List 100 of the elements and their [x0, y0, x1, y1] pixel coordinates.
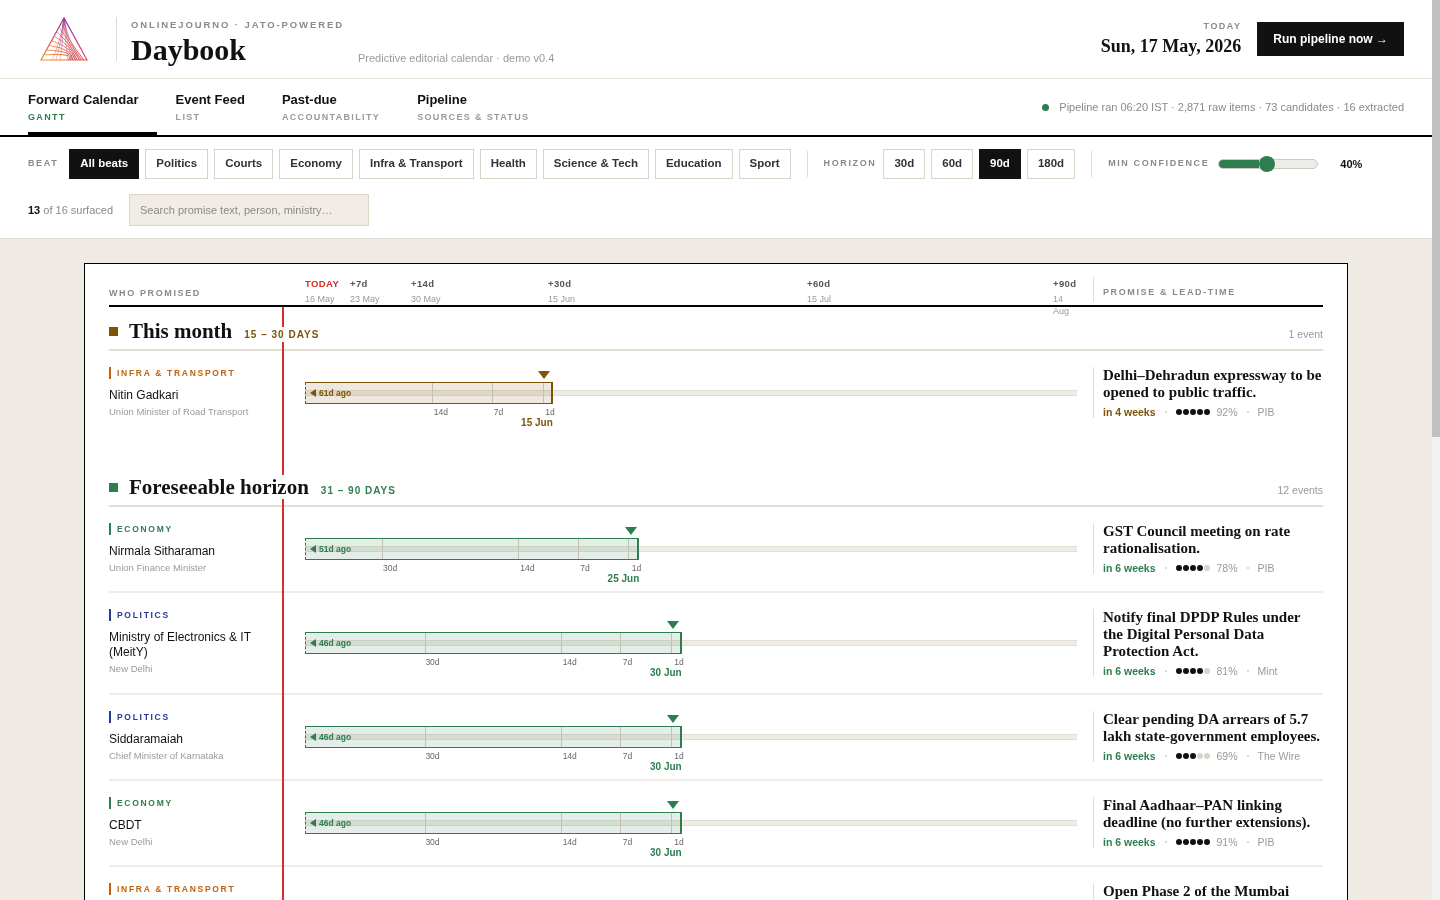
deadline-label: 15 Jun [521, 417, 553, 428]
filter-label: BEAT [28, 157, 59, 171]
triangle-left-icon [310, 639, 316, 647]
tick-label: 7d [622, 657, 633, 667]
beat-tag: POLITICS [109, 609, 170, 621]
axis-label: +60d [807, 278, 832, 290]
search-field[interactable]: Search promise text, person, ministry… [129, 194, 370, 226]
tick-label: 7d [580, 563, 590, 573]
triangle-down-icon [624, 527, 637, 535]
today-date: Sun, 17 May, 2026 [1100, 35, 1242, 57]
tick-label: 1d [674, 837, 684, 847]
pipeline-status-text: Pipeline ran 06:20 IST · 2,871 raw items · 73 candidates · 16 extracted [1059, 99, 1404, 115]
axis-date: 15 Jun [548, 293, 576, 305]
deadline-label: 25 Jun [607, 573, 640, 584]
run-pipeline-button[interactable]: Run pipeline now → [1257, 22, 1404, 56]
beat-tag: ECONOMY [109, 797, 173, 809]
axis-label: +7d [350, 278, 369, 290]
beat-filter-button[interactable]: Health [479, 149, 537, 179]
tick-label: 14d [433, 407, 448, 417]
promise-title: Notify final DPDP Rules under the Digital Personal Data Protection Act. [1103, 609, 1302, 660]
tick-label: 1d [545, 407, 555, 417]
person-name: Nirmala Sitharaman [109, 544, 216, 559]
tick-label: 30d [425, 657, 440, 667]
promise-title: Final Aadhaar–PAN linking deadline (no further extensions). [1103, 797, 1312, 831]
beat-filter-button[interactable]: Infra & Transport [359, 149, 474, 179]
beat-filter-button[interactable]: Science & Tech [542, 149, 649, 179]
due-label: in 6 weeks [1103, 665, 1156, 677]
triangle-down-icon [667, 801, 680, 809]
confidence-value: 91% [1216, 836, 1238, 848]
scrollbar-thumb[interactable] [1432, 0, 1440, 437]
promise-title: GST Council meeting on rate rationalisation. [1103, 523, 1292, 557]
source-label: PIB [1257, 836, 1275, 848]
person-name: CBDT [109, 818, 142, 833]
tick-label: 30d [425, 837, 440, 847]
person-name: Ministry of Electronics & IT (MeitY) [109, 630, 252, 660]
axis-label: +90d [1053, 278, 1077, 290]
section-count: 12 events [1277, 483, 1323, 498]
tick-label: 1d [674, 657, 684, 667]
triangle-down-icon [538, 371, 551, 379]
due-label: in 6 weeks [1103, 750, 1156, 762]
tick-label: 7d [622, 837, 633, 847]
slider-thumb[interactable] [1258, 156, 1275, 172]
beat-filter-button[interactable]: Education [654, 149, 733, 179]
confidence-reading: 40% [1340, 156, 1363, 172]
axis-date: 23 May [350, 293, 380, 305]
tick-label: 7d [493, 407, 504, 417]
horizon-button[interactable]: 180d [1026, 149, 1076, 179]
horizon-button[interactable]: 30d [883, 149, 926, 179]
beat-filter-button[interactable]: Politics [145, 149, 209, 179]
person-name: Nitin Gadkari [109, 388, 179, 403]
since-label: 46d ago [319, 732, 352, 742]
horizon-button[interactable]: 60d [931, 149, 974, 179]
beat-filter-button[interactable]: Economy [279, 149, 353, 179]
axis-date: 15 Jul [807, 293, 832, 305]
brand-kicker: ONLINEJOURNO · JATO-POWERED [131, 18, 344, 31]
surfaced-count: 13 of 16 surfaced [28, 202, 114, 218]
promise-title: Open Phase 2 of the Mumbai [1103, 883, 1291, 900]
tick-label: 1d [674, 751, 684, 761]
triangle-left-icon [310, 545, 316, 553]
confidence-slider[interactable] [1218, 159, 1319, 169]
due-label: in 4 weeks [1103, 406, 1156, 418]
axis-date: 16 May [305, 293, 336, 305]
person-role: Chief Minister of Karnataka [109, 750, 224, 762]
tick-label: 30d [382, 563, 398, 573]
since-label: 46d ago [319, 818, 352, 828]
axis-date: 14 Aug [1053, 293, 1070, 317]
since-label: 51d ago [319, 544, 352, 554]
due-label: in 6 weeks [1103, 562, 1156, 574]
filter-label: MIN CONFIDENCE [1108, 157, 1210, 171]
beat-filter-button[interactable]: All beats [69, 149, 140, 179]
column-heading: WHO PROMISED [109, 288, 201, 298]
source-label: Mint [1257, 665, 1278, 677]
beat-filter-button[interactable]: Courts [214, 149, 274, 179]
beat-tag: POLITICS [109, 711, 170, 723]
tick-label: 14d [520, 563, 535, 573]
tick-label: 14d [562, 837, 577, 847]
tick-label: 14d [562, 657, 577, 667]
beat-tag: INFRA & TRANSPORT [109, 883, 236, 895]
triangle-left-icon [310, 389, 316, 397]
person-name: Siddaramaiah [109, 732, 184, 747]
column-heading: PROMISE & LEAD-TIME [1103, 287, 1236, 297]
nav-tab[interactable]: Pipeline SOURCES & STATUS [417, 79, 548, 135]
filter-label: HORIZON [823, 157, 877, 171]
source-label: PIB [1257, 406, 1275, 418]
person-role: Union Minister of Road Transport [109, 406, 249, 418]
section-title: Foreseeable horizon [129, 475, 311, 499]
confidence-value: 78% [1216, 562, 1238, 574]
beat-tag: ECONOMY [109, 523, 173, 535]
tick-label: 30d [425, 751, 440, 761]
app-title: Daybook [131, 33, 247, 66]
nav-tab[interactable]: Past-due ACCOUNTABILITY [281, 79, 399, 135]
confidence-value: 81% [1216, 665, 1238, 677]
beat-filter-button[interactable]: Sport [738, 149, 791, 179]
deadline-label: 30 Jun [650, 667, 682, 678]
horizon-button[interactable]: 90d [979, 149, 1021, 179]
axis-date: 30 May [411, 293, 441, 305]
deadline-label: 30 Jun [650, 847, 682, 858]
triangle-logo [40, 17, 88, 61]
nav-tab[interactable]: Event Feed LIST [175, 79, 263, 135]
person-role: New Delhi [109, 663, 153, 675]
